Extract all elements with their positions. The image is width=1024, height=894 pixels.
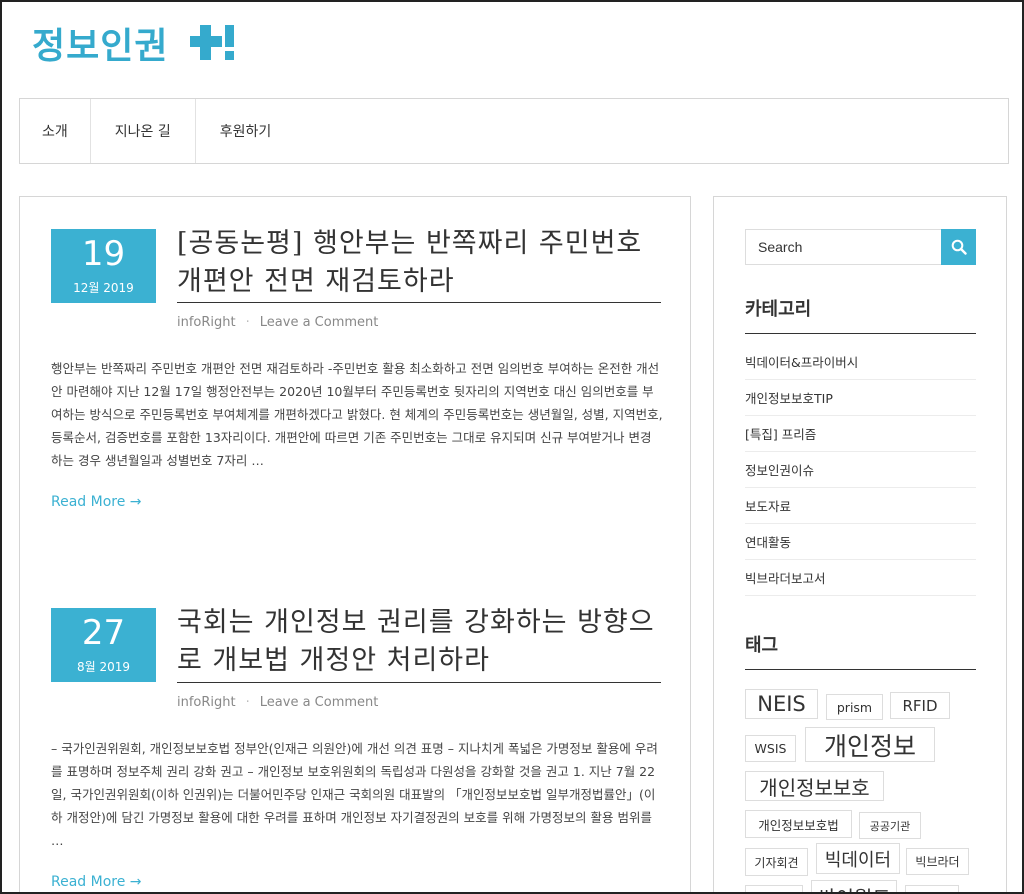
- nav-item-history[interactable]: 지나온 길: [91, 99, 196, 163]
- post-date-badge: 27 8월 2019: [51, 608, 156, 682]
- category-item[interactable]: 보도자료: [745, 488, 976, 524]
- read-more-link[interactable]: Read More →: [51, 874, 142, 890]
- sidebar: 카테고리 빅데이터&프라이버시 개인정보보호TIP [특집] 프리즘 정보인권이…: [713, 196, 1007, 894]
- tag-item[interactable]: 빅브라더: [906, 848, 969, 875]
- site-logo[interactable]: 정보인권: [32, 18, 240, 68]
- tag-item[interactable]: NEIS: [745, 689, 818, 719]
- tag-item[interactable]: 빅데이터: [816, 843, 900, 874]
- tag-item[interactable]: WSIS: [745, 735, 796, 762]
- main-content: 19 12월 2019 [공동논평] 행안부는 반쪽짜리 주민번호 개편안 전면…: [19, 196, 691, 894]
- category-item[interactable]: [특집] 프리즘: [745, 416, 976, 452]
- leave-comment-link[interactable]: Leave a Comment: [260, 695, 379, 710]
- read-more-link[interactable]: Read More →: [51, 494, 142, 510]
- category-item[interactable]: 연대활동: [745, 524, 976, 560]
- categories-title: 카테고리: [745, 295, 976, 334]
- search-icon: [951, 239, 967, 255]
- tag-item[interactable]: 와이브: [905, 885, 959, 894]
- tag-item[interactable]: 개인정보보호법: [745, 810, 852, 838]
- category-item[interactable]: 개인정보보호TIP: [745, 380, 976, 416]
- tag-item[interactable]: 개인정보보호: [745, 771, 884, 801]
- post-date-month: 12월 2019: [73, 281, 134, 295]
- post-title[interactable]: [공동논평] 행안부는 반쪽짜리 주민번호 개편안 전면 재검토하라: [177, 225, 661, 301]
- post-author-link[interactable]: infoRight: [177, 695, 236, 710]
- tag-item[interactable]: 선거법: [745, 885, 803, 894]
- post-date-badge: 19 12월 2019: [51, 229, 156, 303]
- tag-item[interactable]: RFID: [890, 692, 950, 719]
- category-item[interactable]: 정보인권이슈: [745, 452, 976, 488]
- post-author-link[interactable]: infoRight: [177, 315, 236, 330]
- post-excerpt: 행안부는 반쪽짜리 주민번호 개편안 전면 재검토하라 -주민번호 활용 최소화…: [51, 361, 663, 468]
- tag-item[interactable]: prism: [826, 694, 883, 720]
- leave-comment-link[interactable]: Leave a Comment: [260, 315, 379, 330]
- meta-separator: ·: [245, 315, 250, 330]
- post-date-day: 27: [81, 613, 126, 653]
- search-button[interactable]: [941, 229, 976, 265]
- post-meta: infoRight · Leave a Comment: [177, 695, 378, 710]
- logo-text: 정보인권: [32, 26, 169, 67]
- category-item[interactable]: 빅브라더보고서: [745, 560, 976, 596]
- tag-item[interactable]: 공공기관: [859, 812, 921, 839]
- title-divider: [177, 302, 661, 303]
- plus-exclamation-icon: [190, 25, 235, 60]
- search-form: [745, 229, 976, 265]
- tag-item[interactable]: 기자회견: [745, 848, 808, 876]
- post-date-month: 8월 2019: [76, 660, 131, 674]
- post-excerpt: – 국가인권위원회, 개인정보보호법 정부안(인재근 의원안)에 개선 의견 표…: [51, 741, 658, 848]
- post-meta: infoRight · Leave a Comment: [177, 315, 378, 330]
- post-date-day: 19: [81, 234, 126, 274]
- nav-item-about[interactable]: 소개: [20, 99, 91, 163]
- category-list: 빅데이터&프라이버시 개인정보보호TIP [특집] 프리즘 정보인권이슈 보도자…: [745, 344, 976, 596]
- tags-title: 태그: [745, 631, 976, 670]
- title-divider: [177, 682, 661, 683]
- category-item[interactable]: 빅데이터&프라이버시: [745, 344, 976, 380]
- main-nav: 소개 지나온 길 후원하기: [19, 98, 1009, 164]
- tag-item[interactable]: 개인정보: [805, 727, 935, 762]
- search-input[interactable]: [745, 229, 941, 265]
- post-title[interactable]: 국회는 개인정보 권리를 강화하는 방향으로 개보법 개정안 처리하라: [177, 604, 661, 680]
- tag-item[interactable]: 싸이월드: [811, 880, 897, 894]
- nav-item-donate[interactable]: 후원하기: [196, 99, 296, 163]
- meta-separator: ·: [245, 695, 250, 710]
